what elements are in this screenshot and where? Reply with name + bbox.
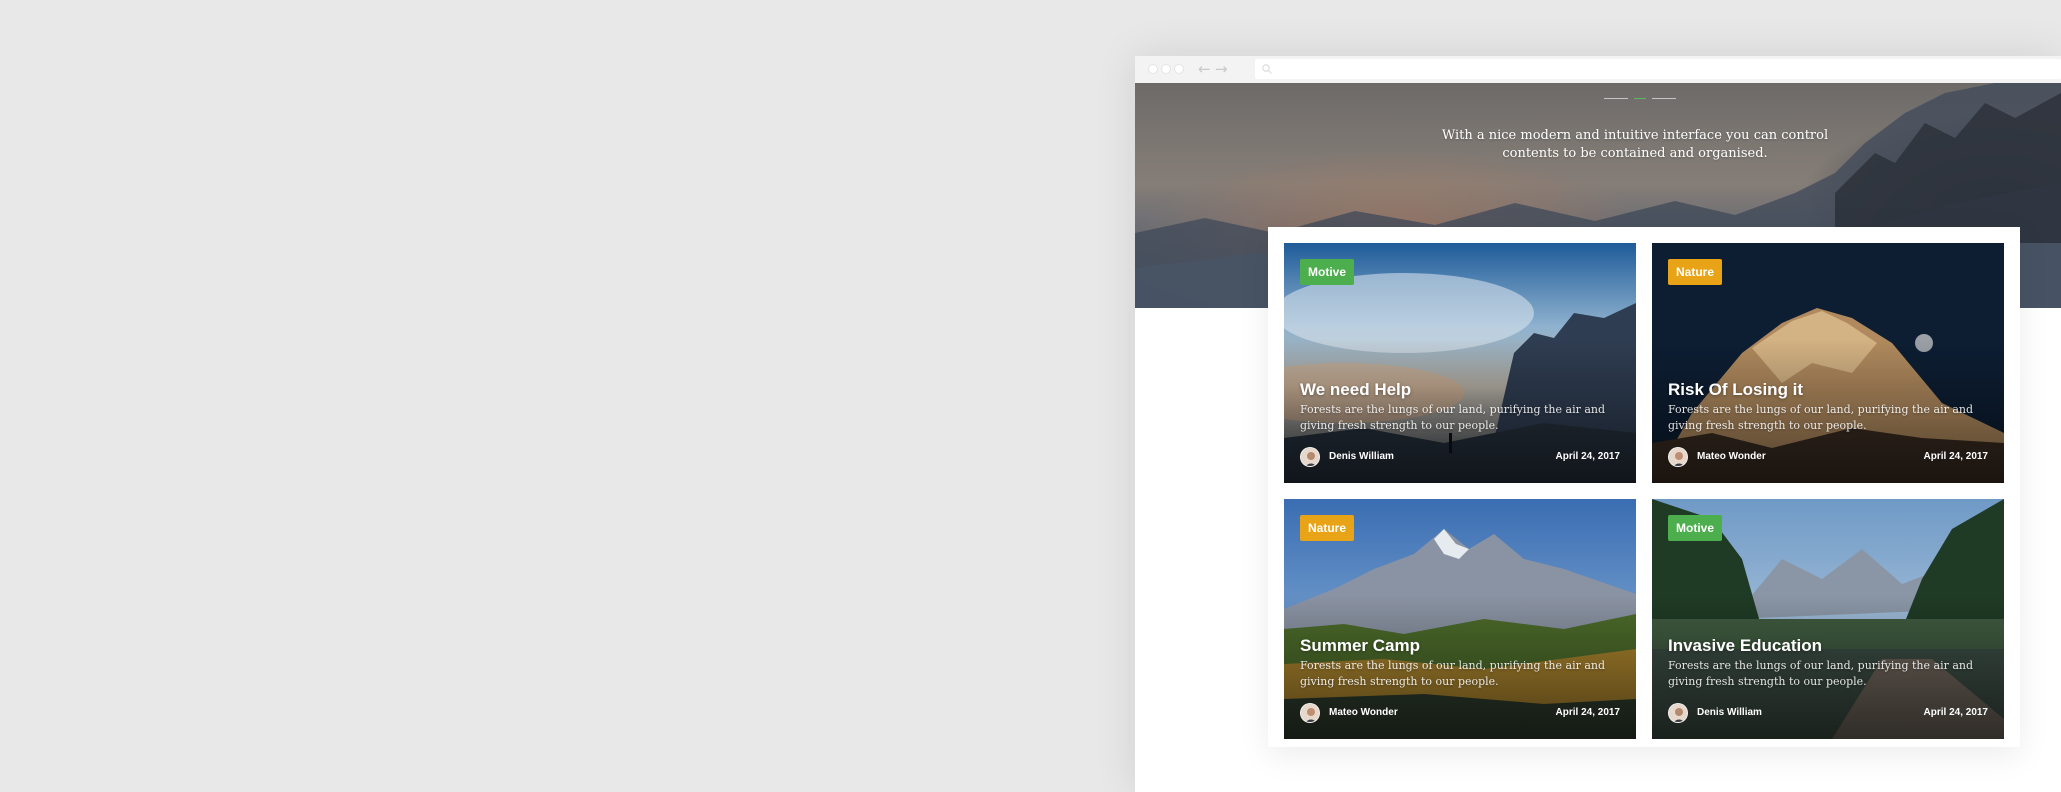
avatar[interactable]: [1300, 703, 1320, 723]
hero-divider-accent: [1634, 98, 1646, 99]
post-date: April 24, 2017: [1923, 707, 1988, 718]
category-badge[interactable]: Nature: [1668, 259, 1723, 285]
avatar[interactable]: [1668, 447, 1688, 467]
card-title[interactable]: Summer Camp: [1300, 636, 1420, 656]
author-name[interactable]: Mateo Wonder: [1697, 451, 1766, 462]
card-description: Forests are the lungs of our land, purif…: [1668, 403, 1974, 432]
avatar[interactable]: [1300, 447, 1320, 467]
blog-card[interactable]: Motive We need Help Forests are the lung…: [1284, 243, 1636, 483]
category-badge[interactable]: Motive: [1668, 515, 1723, 541]
window-minimize-dot[interactable]: [1161, 64, 1171, 74]
author-avatar-icon: [1301, 704, 1319, 722]
card-footer: Mateo Wonder April 24, 2017: [1300, 703, 1620, 725]
hero-subtitle: With a nice modern and intuitive interfa…: [1441, 128, 1829, 161]
window-maximize-dot[interactable]: [1174, 64, 1184, 74]
browser-window: ← → With a nice modern and intuitive int…: [1135, 56, 2061, 792]
post-date: April 24, 2017: [1555, 707, 1620, 718]
hero-divider-right: [1652, 98, 1676, 99]
card-title[interactable]: Risk Of Losing it: [1668, 380, 1803, 400]
card-footer: Mateo Wonder April 24, 2017: [1668, 447, 1988, 469]
card-title[interactable]: We need Help: [1300, 380, 1411, 400]
author-name[interactable]: Denis William: [1697, 707, 1762, 718]
hero-divider-left: [1604, 98, 1628, 99]
address-bar[interactable]: [1255, 59, 2061, 79]
card-description: Forests are the lungs of our land, purif…: [1668, 659, 1974, 688]
cards-panel: Motive We need Help Forests are the lung…: [1268, 227, 2020, 747]
avatar[interactable]: [1668, 703, 1688, 723]
category-badge[interactable]: Nature: [1300, 515, 1355, 541]
back-arrow-icon[interactable]: ←: [1198, 59, 1211, 79]
window-close-dot[interactable]: [1148, 64, 1158, 74]
post-date: April 24, 2017: [1923, 451, 1988, 462]
post-date: April 24, 2017: [1555, 451, 1620, 462]
author-avatar-icon: [1669, 704, 1687, 722]
blog-card[interactable]: Nature Summer Camp Forests are the lungs…: [1284, 499, 1636, 739]
card-footer: Denis William April 24, 2017: [1300, 447, 1620, 469]
category-badge[interactable]: Motive: [1300, 259, 1355, 285]
author-avatar-icon: [1669, 448, 1687, 466]
author-name[interactable]: Denis William: [1329, 451, 1394, 462]
blog-card[interactable]: Motive Invasive Education Forests are th…: [1652, 499, 2004, 739]
forward-arrow-icon[interactable]: →: [1215, 59, 1228, 79]
author-avatar-icon: [1301, 448, 1319, 466]
blog-card[interactable]: Nature Risk Of Losing it Forests are the…: [1652, 243, 2004, 483]
card-description: Forests are the lungs of our land, purif…: [1300, 403, 1606, 432]
card-title[interactable]: Invasive Education: [1668, 636, 1822, 656]
browser-toolbar: ← →: [1135, 56, 2061, 83]
card-description: Forests are the lungs of our land, purif…: [1300, 659, 1606, 688]
author-name[interactable]: Mateo Wonder: [1329, 707, 1398, 718]
search-icon: [1262, 64, 1272, 74]
card-footer: Denis William April 24, 2017: [1668, 703, 1988, 725]
